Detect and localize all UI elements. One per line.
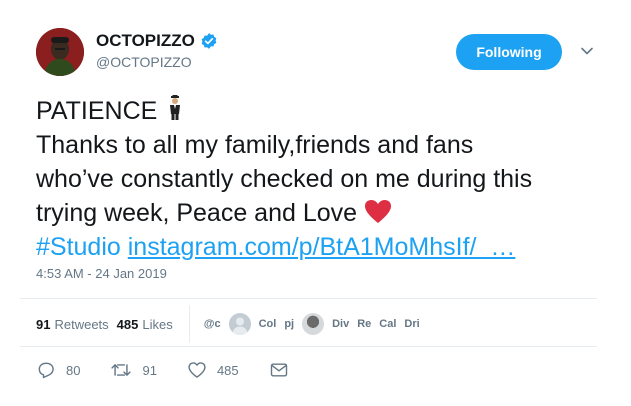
direct-message-button[interactable] — [269, 361, 299, 379]
tweet-timestamp[interactable]: 4:53 AM - 24 Jan 2019 — [36, 266, 167, 281]
divider-top — [20, 298, 597, 299]
tweet-line-1: PATIENCE — [36, 94, 616, 128]
likes-stat[interactable]: 485 Likes — [117, 317, 173, 332]
tweet-card: OCTOPIZZO @OCTOPIZZO Following PATIENCE … — [0, 0, 631, 406]
chevron-down-icon[interactable] — [580, 44, 594, 58]
liker-2[interactable]: Col — [259, 318, 277, 330]
likes-count: 485 — [116, 316, 139, 332]
reply-icon — [38, 362, 54, 379]
following-button[interactable]: Following — [456, 34, 562, 70]
user-handle[interactable]: @OCTOPIZZO — [96, 54, 192, 70]
default-avatar-icon[interactable] — [228, 313, 251, 335]
reply-count: 80 — [66, 362, 81, 378]
instagram-link[interactable]: instagram.com/p/BtA1MoMhsIf/ … — [128, 233, 516, 261]
tweet-text-trying-week: trying week, Peace and Love — [36, 199, 358, 227]
red-heart-icon — [365, 200, 391, 223]
tweet-text: PATIENCE Thanks to all my family,friends… — [36, 94, 616, 264]
retweet-count: 91 — [142, 362, 157, 378]
liker-5[interactable]: Re — [357, 318, 371, 330]
like-count: 485 — [216, 362, 239, 378]
liker-avatars: @c Col pj Div Re Cal Dri — [204, 313, 428, 335]
retweets-stat[interactable]: 91 Retweets — [36, 317, 109, 332]
retweet-icon — [111, 364, 132, 376]
like-button[interactable]: 485 — [187, 360, 239, 380]
verified-badge-icon — [201, 33, 217, 49]
retweets-count: 91 — [36, 316, 51, 332]
user-avatar[interactable] — [36, 28, 84, 76]
divider-bottom — [20, 346, 597, 347]
retweet-button[interactable]: 91 — [110, 360, 157, 380]
man-in-business-suit-levitating-icon — [170, 95, 181, 120]
stats-separator — [188, 305, 190, 343]
tweet-line-2: Thanks to all my family,friends and fans — [36, 131, 474, 159]
retweets-label: Retweets — [54, 316, 109, 332]
tweet-text-patience: PATIENCE — [36, 97, 158, 125]
liker-4[interactable]: Div — [332, 318, 349, 330]
liker-7[interactable]: Dri — [404, 318, 419, 330]
liker-6[interactable]: Cal — [379, 318, 396, 330]
liker-3[interactable]: pj — [284, 318, 294, 330]
tweet-stats: 91 Retweets 485 Likes @c Col pj Div Re Cal… — [36, 304, 428, 344]
heart-icon — [188, 362, 206, 378]
tweet-actions: 80 91 485 — [36, 358, 329, 382]
envelope-icon — [270, 363, 287, 377]
tweet-line-3: who’ve constantly checked on me during t… — [36, 165, 533, 193]
likes-label: Likes — [142, 316, 173, 332]
reply-button[interactable]: 80 — [36, 360, 80, 380]
hashtag-studio-link[interactable]: #Studio — [36, 233, 121, 261]
liker-1[interactable]: @c — [204, 318, 221, 330]
liker-avatar-photo[interactable] — [302, 313, 325, 335]
tweet-line-4: trying week, Peace and Love — [36, 196, 616, 230]
user-display-name[interactable]: OCTOPIZZO — [96, 31, 218, 51]
tweet-line-5: #Studio instagram.com/p/BtA1MoMhsIf/ … — [36, 230, 616, 264]
display-name-text[interactable]: OCTOPIZZO — [96, 31, 195, 51]
